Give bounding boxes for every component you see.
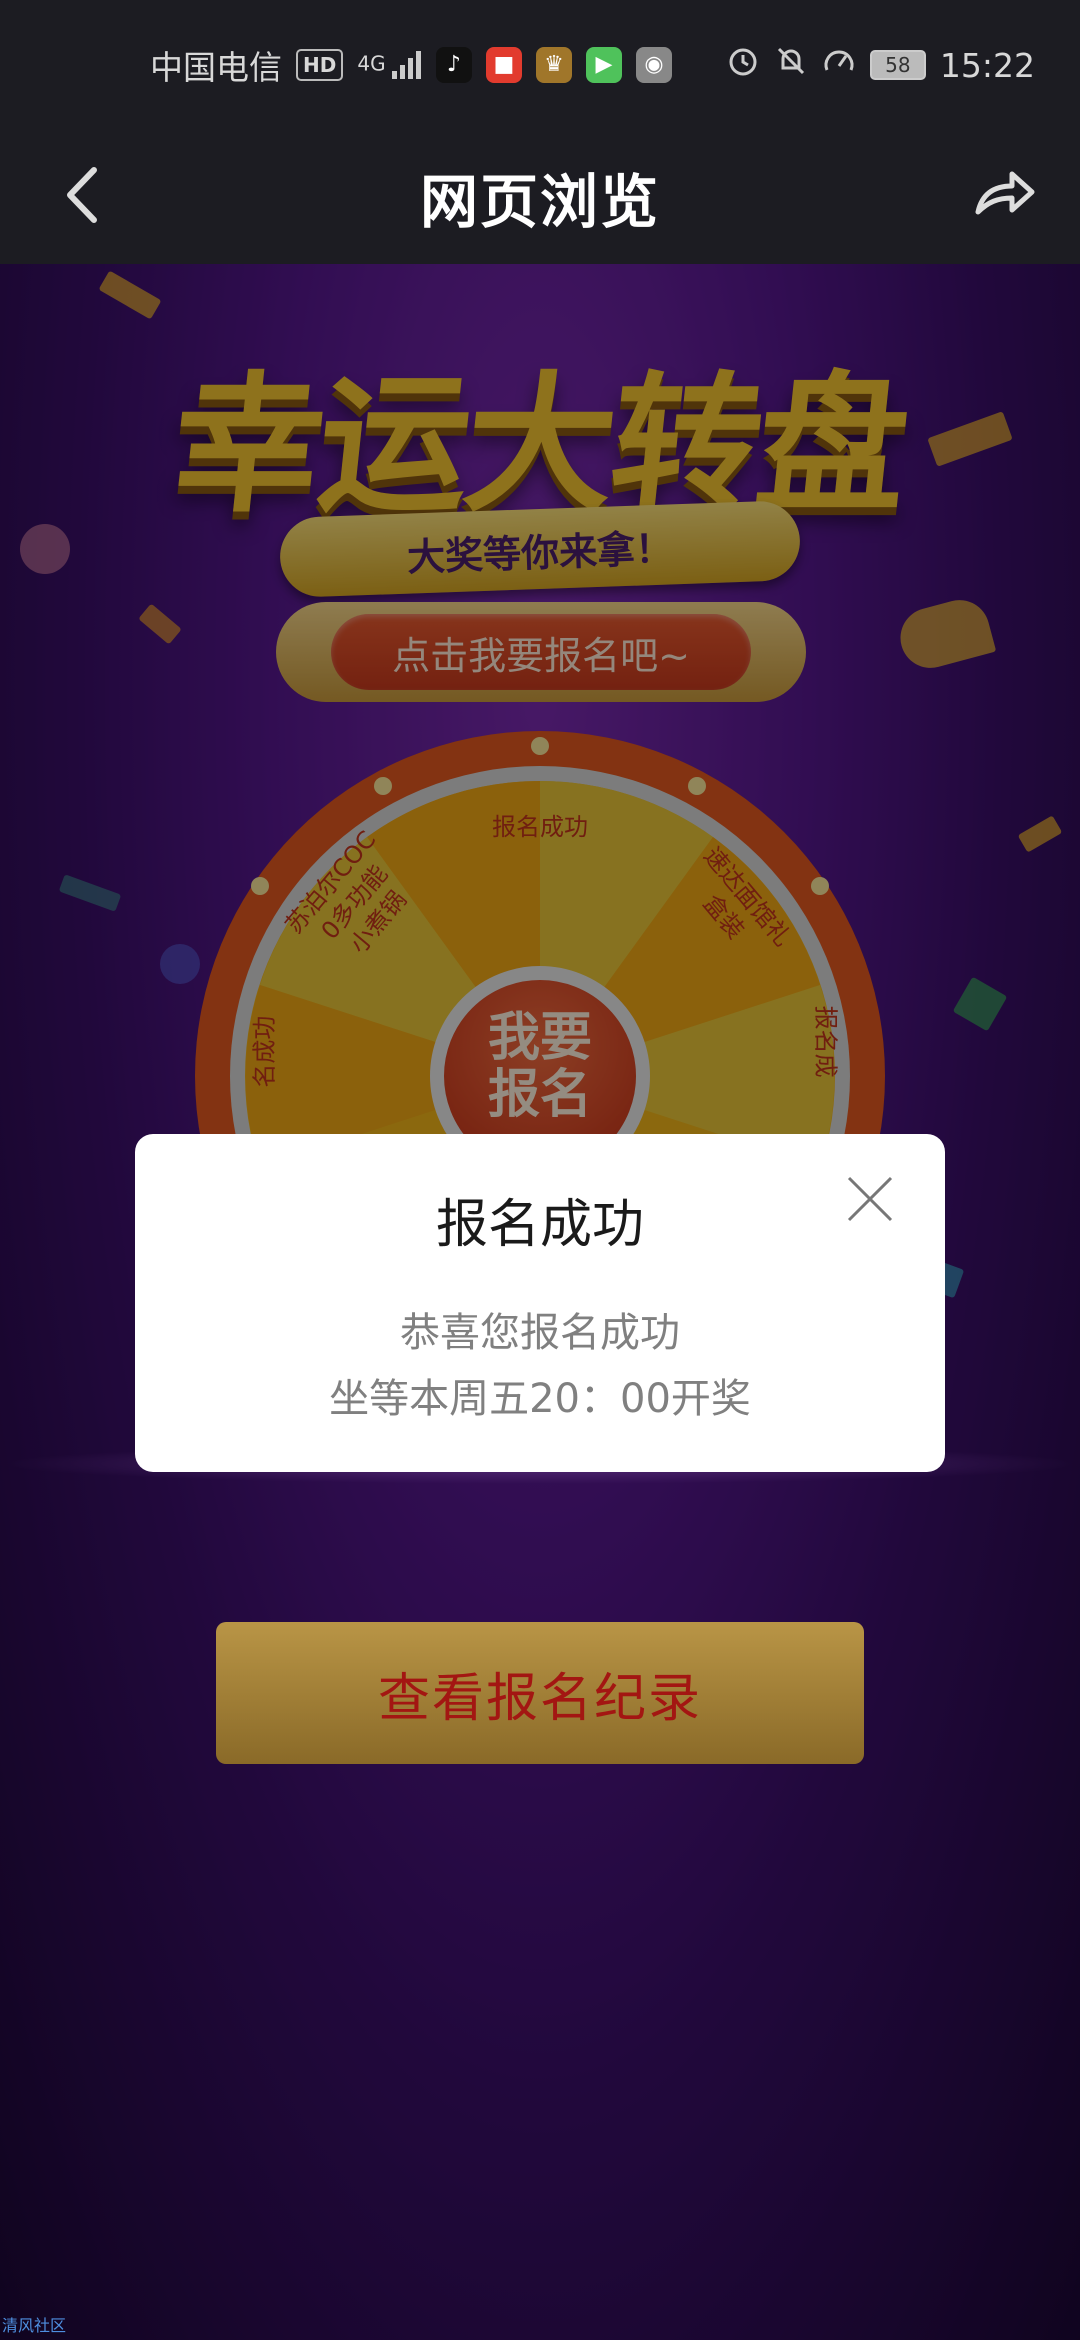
battery-icon: 58 [869,50,926,80]
signal-icon: 4G [357,51,422,79]
video-app-icon: ▶ [585,47,622,83]
news-app-icon: ■ [485,47,522,83]
view-records-button[interactable]: 查看报名纪录 [216,1622,864,1764]
view-records-label: 查看报名纪录 [377,1668,702,1729]
status-bar-left: 中国电信 HD 4G ♪ ■ ♛ ▶ ◉ [150,41,672,89]
clock: 15:22 [939,45,1035,85]
watermark: 清风社区 [2,2316,67,2335]
carrier-label: 中国电信 [150,48,282,87]
status-bar-right: 58 15:22 [726,44,1035,86]
success-dialog: 报名成功 恭喜您报名成功 坐等本周五20：00开奖 [135,1134,945,1472]
dialog-title: 报名成功 [435,1195,644,1255]
dialog-message-line2: 坐等本周五20：00开奖 [329,1376,751,1422]
dialog-message-line1: 恭喜您报名成功 [400,1310,680,1356]
share-icon[interactable] [970,160,1040,230]
page-title: 网页浏览 [419,168,660,236]
app-bar: 网页浏览 [0,130,1080,264]
tiktok-icon: ♪ [435,47,472,83]
hd-badge: HD [296,49,344,81]
game-app-icon: ♛ [535,47,572,83]
camera-app-icon: ◉ [635,47,672,83]
alarm-icon [726,44,760,86]
back-arrow-icon[interactable] [56,160,116,230]
mute-icon [774,44,808,86]
speed-icon [822,44,856,86]
close-icon[interactable] [845,1174,895,1224]
status-bar: 中国电信 HD 4G ♪ ■ ♛ ▶ ◉ 58 15:22 [0,0,1080,130]
